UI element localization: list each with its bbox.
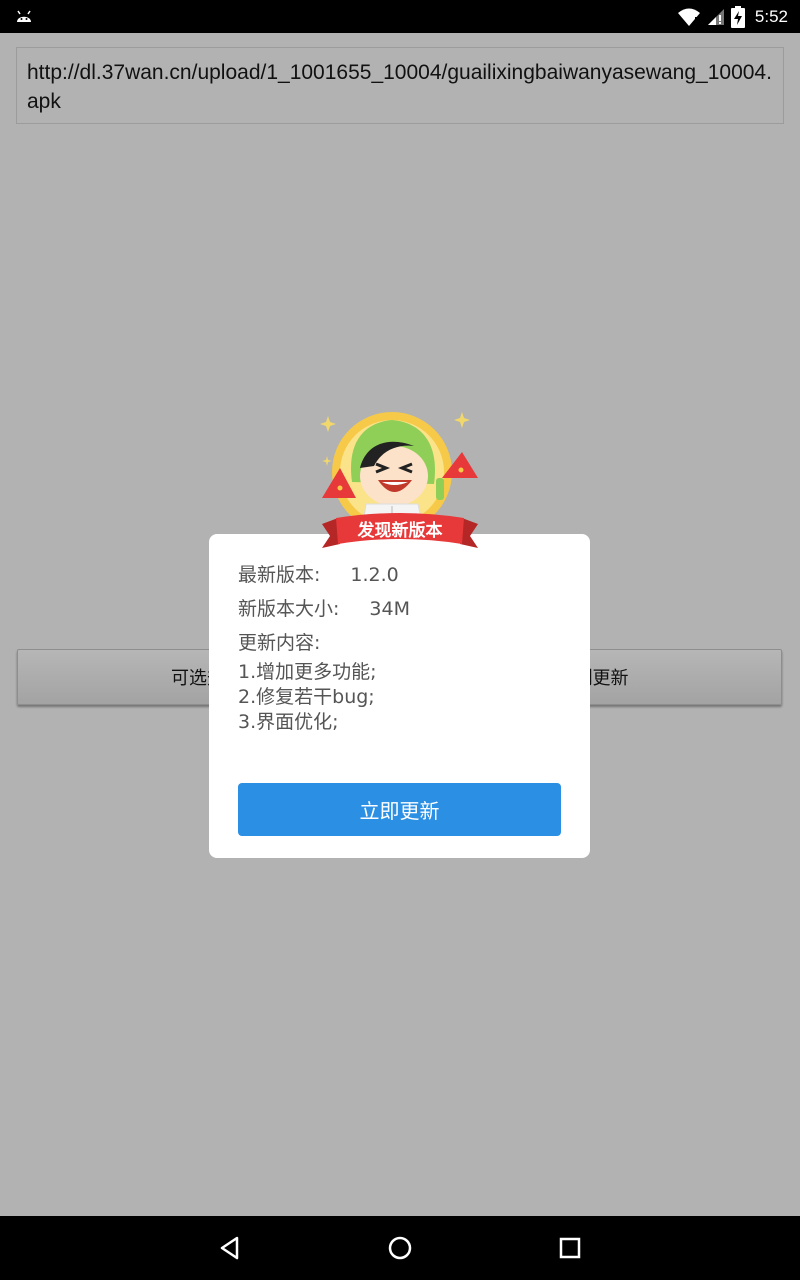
home-button[interactable] xyxy=(384,1232,416,1264)
back-icon xyxy=(220,1236,239,1260)
signal-icon xyxy=(707,8,724,25)
battery-charging-icon xyxy=(730,5,745,28)
android-icon xyxy=(17,10,31,22)
url-text: http://dl.37wan.cn/upload/1_1001655_1000… xyxy=(27,61,772,113)
size-row: 新版本大小: 34M xyxy=(238,594,410,621)
version-value: 1.2.0 xyxy=(350,564,399,586)
version-label: 最新版本: xyxy=(238,564,321,586)
recents-button[interactable] xyxy=(554,1232,586,1264)
content-label: 更新内容: xyxy=(238,632,321,654)
change-item: 3.界面优化; xyxy=(238,711,339,733)
recents-icon xyxy=(559,1237,581,1259)
url-input[interactable]: http://dl.37wan.cn/upload/1_1001655_1000… xyxy=(16,47,784,124)
update-now-label: 立即更新 xyxy=(359,799,440,823)
changes-list: 1.增加更多功能; 2.修复若干bug; 3.界面优化; xyxy=(238,660,377,735)
back-button[interactable] xyxy=(214,1232,246,1264)
status-time: 5:52 xyxy=(754,6,788,26)
update-now-button[interactable]: 立即更新 xyxy=(238,783,561,836)
version-row: 最新版本: 1.2.0 xyxy=(238,560,399,587)
change-item: 2.修复若干bug; xyxy=(238,686,375,708)
update-dialog: 最新版本: 1.2.0 新版本大小: 34M 更新内容: 1.增加更多功能; 2.修… xyxy=(209,534,590,858)
mascot-badge-illustration: 发现新版本 xyxy=(320,412,478,548)
size-value: 34M xyxy=(369,598,410,620)
badge-text: 发现新版本 xyxy=(357,520,443,541)
wifi-icon xyxy=(677,8,700,26)
navigation-bar xyxy=(0,1216,800,1280)
home-icon xyxy=(388,1236,412,1260)
change-item: 1.增加更多功能; xyxy=(238,661,377,683)
size-label: 新版本大小: xyxy=(238,598,340,620)
status-bar: 5:52 xyxy=(0,0,800,33)
